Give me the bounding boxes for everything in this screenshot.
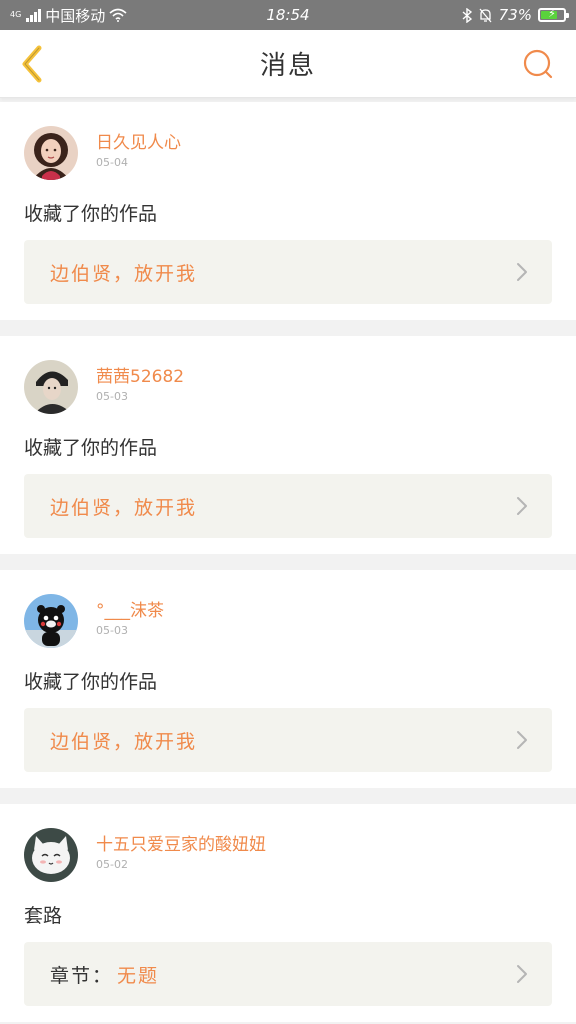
battery-percent: 73%	[498, 6, 532, 24]
work-link[interactable]: 边伯贤，放开我	[24, 474, 552, 538]
message-action: 收藏了你的作品	[24, 203, 158, 225]
username[interactable]: 十五只爱豆家的酸妞妞	[96, 834, 266, 856]
signal-icon	[26, 8, 42, 22]
search-icon	[523, 49, 553, 79]
battery-icon: ⚡	[538, 7, 569, 22]
username[interactable]: 茜茜52682	[96, 366, 184, 388]
status-right: 73% ⚡	[462, 6, 569, 24]
username[interactable]: 日久见人心	[96, 132, 181, 154]
mute-bell-icon	[479, 8, 492, 22]
work-link[interactable]: 边伯贤，放开我	[24, 240, 552, 304]
search-button[interactable]	[522, 48, 554, 80]
message-header: 茜茜52682 05-03	[24, 360, 552, 416]
avatar[interactable]	[24, 594, 78, 648]
message-meta: 日久见人心 05-04	[96, 126, 181, 169]
message-date: 05-03	[96, 390, 128, 403]
message-card: 茜茜52682 05-03 收藏了你的作品 边伯贤，放开我	[0, 336, 576, 554]
message-action: 收藏了你的作品	[24, 437, 158, 459]
work-link[interactable]: 边伯贤，放开我	[24, 708, 552, 772]
status-left: 4G 中国移动	[10, 5, 127, 26]
app-header: 消息	[0, 30, 576, 98]
work-title: 边伯贤，放开我	[50, 496, 198, 519]
avatar[interactable]	[24, 360, 78, 414]
message-list: 日久见人心 05-04 收藏了你的作品 边伯贤，放开我 茜茜52682 05-0…	[0, 98, 576, 1022]
message-card: 十五只爱豆家的酸妞妞 05-02 套路 章节： 无题	[0, 804, 576, 1022]
message-action: 收藏了你的作品	[24, 671, 158, 693]
message-meta: 十五只爱豆家的酸妞妞 05-02	[96, 828, 266, 871]
chevron-right-icon	[517, 965, 527, 983]
username[interactable]: °___沫茶	[96, 600, 164, 622]
work-title: 边伯贤，放开我	[50, 730, 198, 753]
carrier-name: 中国移动	[45, 6, 106, 25]
page-title: 消息	[259, 51, 316, 81]
network-tag: 4G	[10, 10, 22, 19]
message-header: 十五只爱豆家的酸妞妞 05-02	[24, 828, 552, 884]
message-card: 日久见人心 05-04 收藏了你的作品 边伯贤，放开我	[0, 102, 576, 320]
message-date: 05-04	[96, 156, 128, 169]
message-meta: 茜茜52682 05-03	[96, 360, 184, 403]
work-title: 无题	[117, 964, 160, 987]
chevron-right-icon	[517, 497, 527, 515]
message-card: °___沫茶 05-03 收藏了你的作品 边伯贤，放开我	[0, 570, 576, 788]
message-header: 日久见人心 05-04	[24, 126, 552, 182]
message-meta: °___沫茶 05-03	[96, 594, 164, 637]
status-bar: 4G 中国移动 18:54 73% ⚡	[0, 0, 576, 30]
chevron-right-icon	[517, 731, 527, 749]
back-button[interactable]	[14, 45, 50, 83]
message-action: 套路	[24, 905, 63, 927]
chevron-right-icon	[517, 263, 527, 281]
message-date: 05-02	[96, 858, 128, 871]
work-title: 边伯贤，放开我	[50, 262, 198, 285]
chapter-prefix: 章节：	[50, 964, 114, 987]
work-link[interactable]: 章节： 无题	[24, 942, 552, 1006]
chevron-left-icon	[22, 45, 42, 83]
message-date: 05-03	[96, 624, 128, 637]
avatar[interactable]	[24, 828, 78, 882]
wifi-icon	[109, 8, 127, 22]
avatar[interactable]	[24, 126, 78, 180]
message-header: °___沫茶 05-03	[24, 594, 552, 650]
bluetooth-icon	[462, 7, 472, 23]
charging-bolt-icon: ⚡	[548, 7, 556, 20]
